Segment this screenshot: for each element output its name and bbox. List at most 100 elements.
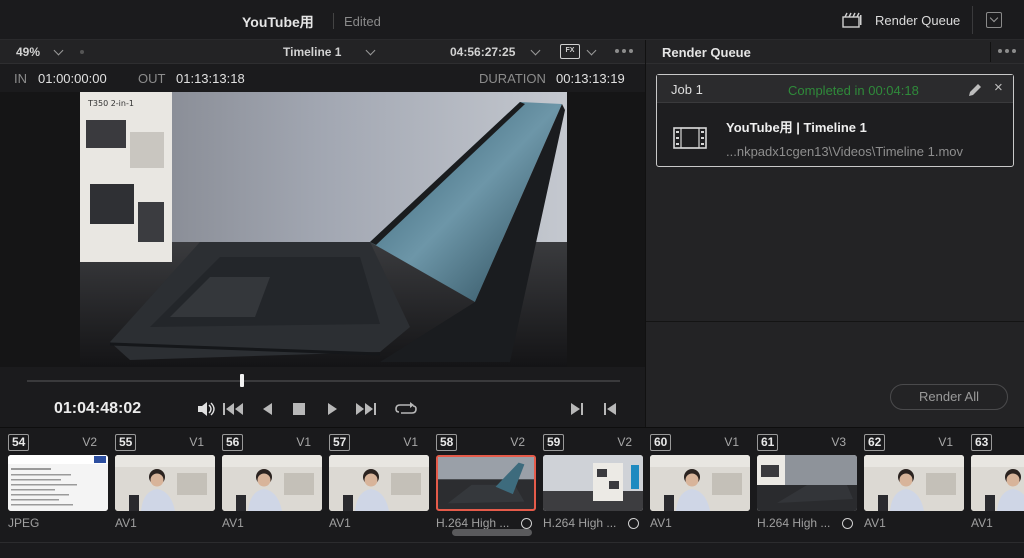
jump-start-icon[interactable] bbox=[223, 402, 245, 416]
in-label: IN bbox=[14, 71, 27, 86]
stop-icon[interactable] bbox=[292, 402, 306, 416]
clip-number: 56 bbox=[222, 434, 244, 451]
clip-codec: AV1 bbox=[864, 516, 886, 530]
clip-number: 60 bbox=[650, 434, 672, 451]
clip-thumbnail[interactable]: 58 V2 H.264 High ... bbox=[428, 432, 536, 538]
header-timecode[interactable]: 04:56:27:25 bbox=[450, 45, 515, 59]
clip-number: 57 bbox=[329, 434, 351, 451]
strip-scrollbar[interactable] bbox=[452, 529, 532, 536]
play-reverse-icon[interactable] bbox=[262, 402, 274, 416]
video-frame: T350 2-in-1 bbox=[80, 92, 567, 367]
clip-codec: AV1 bbox=[650, 516, 672, 530]
clip-track: V3 bbox=[831, 435, 846, 449]
scrubber-playhead[interactable] bbox=[240, 374, 244, 387]
clip-thumbnail[interactable]: 63 AV1 bbox=[963, 432, 1024, 538]
fx-icon[interactable]: FX bbox=[560, 44, 580, 59]
video-frame-image: T350 2-in-1 bbox=[80, 92, 567, 367]
clip-codec: AV1 bbox=[329, 516, 351, 530]
clip-thumbnail[interactable]: 57 V1 AV1 bbox=[321, 432, 429, 538]
timecode-chevron-icon[interactable] bbox=[530, 45, 541, 56]
clip-thumbnail[interactable]: 56 V1 AV1 bbox=[214, 432, 322, 538]
clip-thumbnail[interactable]: 60 V1 AV1 bbox=[642, 432, 750, 538]
clip-track: V2 bbox=[82, 435, 97, 449]
bottom-toolbar bbox=[0, 542, 1024, 558]
clip-thumbnail-image bbox=[543, 455, 643, 511]
transport-bar bbox=[0, 367, 645, 427]
loop-icon[interactable] bbox=[395, 402, 417, 416]
collapse-button[interactable] bbox=[986, 12, 1002, 28]
clip-number: 63 bbox=[971, 434, 993, 451]
render-queue-more-icon[interactable] bbox=[998, 49, 1018, 53]
job-name: Job 1 bbox=[671, 82, 703, 97]
job-header: Job 1 Completed in 00:04:18 × bbox=[657, 75, 1013, 103]
clip-thumbnail[interactable]: 62 V1 AV1 bbox=[856, 432, 964, 538]
crosshair-icon bbox=[628, 518, 639, 529]
viewer-more-icon[interactable] bbox=[615, 49, 635, 53]
title-separator bbox=[333, 13, 334, 29]
clip-track: V2 bbox=[510, 435, 525, 449]
in-out-row: IN 01:00:00:00 OUT 01:13:13:18 DURATION … bbox=[0, 64, 645, 92]
clip-thumbnail-image bbox=[864, 455, 964, 511]
clip-thumbnail-image bbox=[8, 455, 108, 511]
clip-thumbnail[interactable]: 59 V2 H.264 High ... bbox=[535, 432, 643, 538]
in-value: 01:00:00:00 bbox=[38, 71, 107, 86]
render-queue-panel: Render Queue Job 1 Completed in 00:04:18… bbox=[645, 40, 1024, 427]
next-clip-icon[interactable] bbox=[570, 402, 584, 416]
render-queue-header: Render Queue bbox=[646, 40, 1024, 64]
crosshair-icon bbox=[842, 518, 853, 529]
clip-number: 59 bbox=[543, 434, 565, 451]
clip-track: V1 bbox=[189, 435, 204, 449]
scrubber-track[interactable] bbox=[27, 380, 620, 382]
chevron-down-icon bbox=[989, 13, 999, 23]
clip-codec: H.264 High ... bbox=[757, 516, 831, 530]
clip-thumbnail-image bbox=[757, 455, 857, 511]
clip-thumbnail[interactable]: 54 V2 JPEG bbox=[0, 432, 108, 538]
current-timecode: 01:04:48:02 bbox=[54, 400, 142, 417]
duration-value: 00:13:13:19 bbox=[556, 71, 625, 86]
crosshair-icon bbox=[521, 518, 532, 529]
edit-status: Edited bbox=[344, 14, 381, 29]
clip-thumbnail-image bbox=[115, 455, 215, 511]
clip-track: V1 bbox=[938, 435, 953, 449]
clip-codec: H.264 High ... bbox=[436, 516, 510, 530]
clip-track: V1 bbox=[403, 435, 418, 449]
clip-thumbnail-image bbox=[222, 455, 322, 511]
clip-codec: JPEG bbox=[8, 516, 40, 530]
volume-icon[interactable] bbox=[197, 402, 217, 416]
panel-divider bbox=[646, 321, 1024, 322]
clip-thumbnail[interactable]: 55 V1 AV1 bbox=[107, 432, 215, 538]
close-icon[interactable]: × bbox=[994, 79, 1003, 96]
timeline-selector[interactable]: Timeline 1 bbox=[283, 45, 341, 59]
job-output-path: ...nkpadx1cgen13\Videos\Timeline 1.mov bbox=[726, 144, 964, 159]
zoom-chevron-icon[interactable] bbox=[53, 45, 64, 56]
clip-track: V1 bbox=[724, 435, 739, 449]
out-label: OUT bbox=[138, 71, 166, 86]
render-job-card[interactable]: Job 1 Completed in 00:04:18 × YouTube用 |… bbox=[656, 74, 1014, 167]
prev-clip-icon[interactable] bbox=[603, 402, 617, 416]
render-queue-toggle[interactable]: Render Queue bbox=[875, 13, 960, 28]
jump-end-icon[interactable] bbox=[355, 402, 377, 416]
render-all-button[interactable]: Render All bbox=[890, 384, 1008, 410]
clip-thumbnail-image bbox=[436, 455, 536, 511]
timeline-chevron-icon[interactable] bbox=[365, 45, 376, 56]
indicator-dot bbox=[80, 50, 84, 54]
clip-number: 54 bbox=[8, 434, 30, 451]
clip-number: 58 bbox=[436, 434, 458, 451]
clip-codec: AV1 bbox=[222, 516, 244, 530]
edit-pencil-icon[interactable] bbox=[967, 82, 983, 98]
job-status: Completed in 00:04:18 bbox=[788, 83, 919, 98]
out-value: 01:13:13:18 bbox=[176, 71, 245, 86]
film-strip-icon bbox=[673, 127, 707, 149]
play-icon[interactable] bbox=[326, 402, 338, 416]
render-queue-icon[interactable] bbox=[842, 12, 862, 28]
job-title: YouTube用 | Timeline 1 bbox=[726, 120, 867, 135]
fx-chevron-icon[interactable] bbox=[586, 45, 597, 56]
clip-thumbnail[interactable]: 61 V3 H.264 High ... bbox=[749, 432, 857, 538]
zoom-level[interactable]: 49% bbox=[16, 45, 40, 59]
clip-codec: AV1 bbox=[971, 516, 993, 530]
clip-codec: AV1 bbox=[115, 516, 137, 530]
project-title: YouTube用 bbox=[242, 14, 314, 30]
clip-track: V2 bbox=[617, 435, 632, 449]
clip-codec: H.264 High ... bbox=[543, 516, 617, 530]
header-divider bbox=[990, 42, 991, 62]
